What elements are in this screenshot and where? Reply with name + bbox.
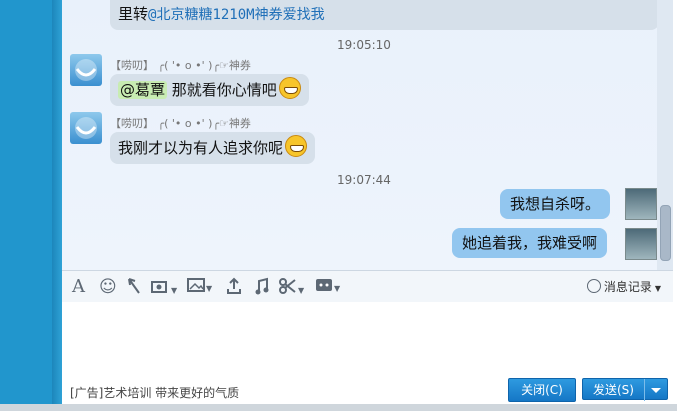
chevron-down-icon[interactable]: ▼: [206, 284, 212, 293]
more-tools-icon[interactable]: ▼: [315, 277, 340, 297]
clock-icon: [586, 279, 601, 293]
ad-link[interactable]: [广告]艺术培训 带来更好的气质: [70, 384, 239, 401]
message-bubble-outgoing: 她追着我，我难受啊: [452, 228, 608, 258]
avatar[interactable]: [70, 54, 102, 86]
scissors-icon[interactable]: ▼: [279, 277, 304, 297]
mention-link[interactable]: @北京糖糖1210M神券爱找我: [148, 7, 325, 23]
close-button[interactable]: 关闭(C): [508, 378, 576, 402]
message-bubble-outgoing: 我想自杀呀。: [500, 189, 611, 219]
send-button[interactable]: 发送(S): [582, 378, 668, 401]
my-avatar[interactable]: [625, 188, 657, 220]
music-icon[interactable]: [254, 277, 270, 297]
chevron-down-icon: ▼: [654, 284, 661, 293]
chat-history: 里转@北京糖糖1210M神券爱找我 19:05:10 【唠叨】 ╭( '• o …: [62, 0, 673, 270]
message-history-button[interactable]: 消息记录 ▼: [586, 278, 661, 295]
grin-emoji-icon: [285, 135, 308, 157]
message-bubble: 里转@北京糖糖1210M神券爱找我: [110, 0, 659, 30]
upload-file-icon[interactable]: [226, 277, 242, 297]
nudge-icon[interactable]: [126, 277, 142, 297]
screenshot-icon[interactable]: ▼: [150, 277, 177, 297]
timestamp: 19:05:10: [337, 38, 391, 52]
message-bubble: @葛覃 那就看你心情吧: [110, 74, 309, 106]
mention-link[interactable]: @葛覃: [118, 81, 168, 99]
emoji-icon[interactable]: ☺: [99, 277, 117, 297]
my-avatar[interactable]: [625, 228, 657, 260]
font-icon[interactable]: A: [72, 277, 85, 297]
window-bottom-edge: [0, 404, 677, 411]
sender-name: 【唠叨】 ╭( '• o •' )╭☞神券: [110, 117, 251, 130]
send-options-chevron-icon[interactable]: [644, 379, 667, 401]
message-bubble: 我刚才以为有人追求你呢: [110, 132, 316, 164]
chevron-down-icon[interactable]: ▼: [171, 286, 177, 295]
message-input[interactable]: [广告]艺术培训 带来更好的气质 关闭(C) 发送(S): [62, 302, 673, 404]
avatar[interactable]: [70, 112, 102, 144]
sender-name: 【唠叨】 ╭( '• o •' )╭☞神券: [110, 59, 251, 72]
timestamp: 19:07:44: [337, 173, 391, 187]
image-icon[interactable]: ▼: [187, 277, 212, 297]
grin-emoji-icon: [278, 77, 301, 99]
input-toolbar: A ☺ ▼ ▼ ▼ ▼ 消息记录 ▼: [62, 270, 673, 303]
scrollbar-thumb[interactable]: [660, 205, 671, 261]
chevron-down-icon[interactable]: ▼: [298, 286, 304, 295]
left-panel-strip: [0, 0, 62, 406]
chevron-down-icon[interactable]: ▼: [334, 284, 340, 293]
